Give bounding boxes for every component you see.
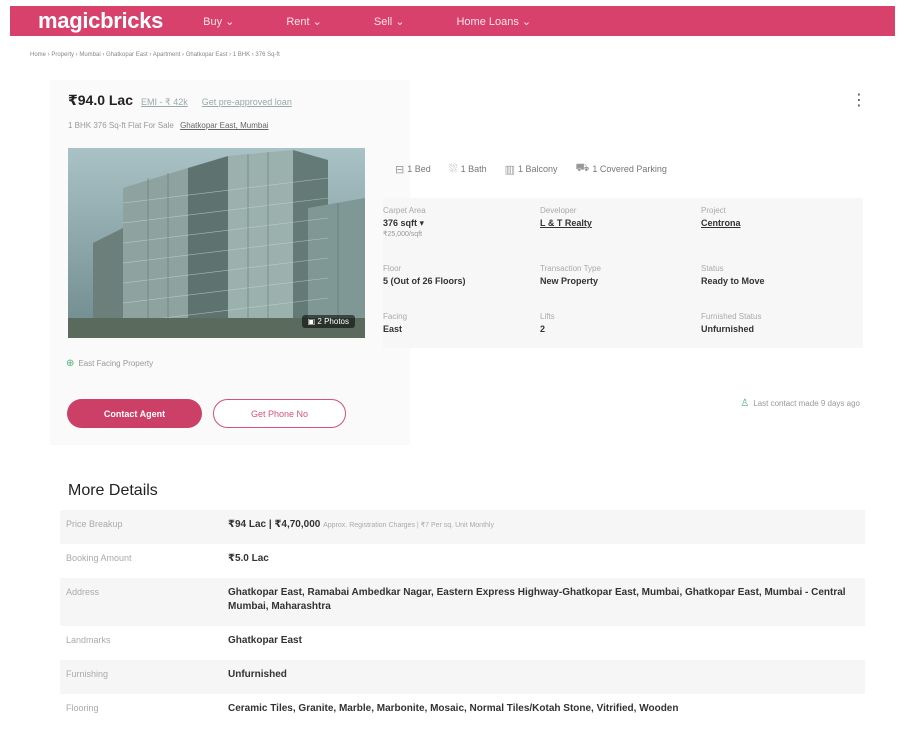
table-row: Address Ghatkopar East, Ramabai Ambedkar… <box>60 578 865 626</box>
row-value: Ghatkopar East <box>228 635 302 646</box>
price-row: ₹94.0 Lac EMI - ₹ 42k Get pre-approved l… <box>68 92 292 109</box>
facing-note: ⊕ East Facing Property <box>66 358 153 369</box>
detail-label: Facing <box>383 312 408 321</box>
row-label: Booking Amount <box>66 553 132 563</box>
listing-subtitle: 1 BHK 376 Sq-ft Flat For Sale Ghatkopar … <box>68 121 269 130</box>
project-link[interactable]: Centrona <box>701 218 851 228</box>
detail-status: Status Ready to Move <box>701 264 851 286</box>
amenities-row: ⊟ 1 Bed ⛆ 1 Bath ▥ 1 Balcony ⛟ 1 Covered Par… <box>395 162 685 176</box>
amenity-balcony: ▥ 1 Balcony <box>505 162 558 176</box>
get-phone-button[interactable]: Get Phone No <box>213 399 346 428</box>
table-row: Flooring Ceramic Tiles, Granite, Marble,… <box>60 694 865 736</box>
listing-price: ₹94.0 Lac <box>68 92 134 108</box>
row-label: Price Breakup <box>66 519 123 529</box>
row-value: ₹94 Lac | ₹4,70,000 Approx. Registration… <box>228 510 865 544</box>
amenity-balcony-label: 1 Balcony <box>518 164 558 174</box>
amenity-bed: ⊟ 1 Bed <box>395 162 431 176</box>
amenity-parking: ⛟ 1 Covered Parking <box>576 162 667 176</box>
detail-value: 5 (Out of 26 Floors) <box>383 276 466 286</box>
photos-count-badge[interactable]: ▣ 2 Photos <box>301 315 355 328</box>
balcony-icon: ▥ <box>504 163 515 176</box>
property-details-grid: Carpet Area 376 sqft ▾ ₹25,000/sqft Deve… <box>383 198 863 348</box>
detail-furnished-status: Furnished Status Unfurnished <box>701 312 851 334</box>
row-label: Flooring <box>66 703 99 713</box>
table-row: Price Breakup ₹94 Lac | ₹4,70,000 Approx… <box>60 510 865 544</box>
nav-sell[interactable]: Sell ⌄ <box>374 15 405 28</box>
detail-facing: Facing East <box>383 312 533 334</box>
listing-card: ₹94.0 Lac EMI - ₹ 42k Get pre-approved l… <box>50 80 885 445</box>
breadcrumb[interactable]: Home › Property › Mumbai › Ghatkopar Eas… <box>30 52 280 58</box>
more-options-icon[interactable]: ⋮ <box>851 90 867 110</box>
emi-link[interactable]: EMI - ₹ 42k <box>141 97 188 108</box>
magicbricks-logo[interactable]: magicbricks <box>38 8 163 34</box>
row-value: Ceramic Tiles, Granite, Marble, Marbonit… <box>228 703 679 714</box>
detail-floor: Floor 5 (Out of 26 Floors) <box>383 264 533 286</box>
price-breakup-note: Approx. Registration Charges | ₹7 Per sq… <box>323 522 494 529</box>
compass-icon: ⊕ <box>66 358 75 369</box>
carpet-area-dropdown[interactable]: 376 sqft ▾ <box>383 218 533 229</box>
last-contact-note: ♙ Last contact made 9 days ago <box>740 398 860 409</box>
row-label: Furnishing <box>66 669 109 679</box>
detail-value: 2 <box>540 324 546 334</box>
detail-transaction-type: Transaction Type New Property <box>540 264 690 286</box>
detail-value: Ready to Move <box>701 276 765 286</box>
detail-label: Furnished Status <box>701 312 762 321</box>
top-navbar: magicbricks Buy ⌄ Rent ⌄ Sell ⌄ Home Loa… <box>10 6 895 36</box>
amenity-bath-label: 1 Bath <box>460 164 487 174</box>
table-row: Landmarks Ghatkopar East <box>60 626 865 660</box>
row-value: ₹5.0 Lac <box>228 553 269 564</box>
nav-buy[interactable]: Buy ⌄ <box>203 15 234 28</box>
contact-agent-button[interactable]: Contact Agent <box>67 399 202 428</box>
price-per-sqft: ₹25,000/sqft <box>383 231 423 238</box>
detail-carpet-area: Carpet Area 376 sqft ▾ ₹25,000/sqft <box>383 206 533 238</box>
bed-icon: ⊟ <box>395 163 405 176</box>
detail-developer: Developer L & T Realty <box>540 206 690 228</box>
detail-lifts: Lifts 2 <box>540 312 690 334</box>
listing-location-link[interactable]: Ghatkopar East, Mumbai <box>180 121 268 130</box>
detail-label: Developer <box>540 206 577 215</box>
table-row: Booking Amount ₹5.0 Lac <box>60 544 865 578</box>
more-details-title: More Details <box>68 482 158 499</box>
nav-rent[interactable]: Rent ⌄ <box>286 15 322 28</box>
last-contact-text: Last contact made 9 days ago <box>753 399 860 408</box>
table-row: Furnishing Unfurnished <box>60 660 865 694</box>
detail-value: East <box>383 324 403 334</box>
facing-note-text: East Facing Property <box>78 359 154 368</box>
parking-icon: ⛟ <box>575 162 590 174</box>
detail-value: Unfurnished <box>701 324 754 334</box>
row-value: Ghatkopar East, Ramabai Ambedkar Nagar, … <box>228 587 846 612</box>
detail-label: Project <box>701 206 726 215</box>
photos-count-label: 2 Photos <box>317 317 349 326</box>
nav-home-loans[interactable]: Home Loans ⌄ <box>456 15 531 28</box>
detail-label: Floor <box>383 264 402 273</box>
detail-label: Lifts <box>540 312 555 321</box>
detail-value: New Property <box>540 276 599 286</box>
person-icon: ♙ <box>740 398 750 409</box>
amenity-bed-label: 1 Bed <box>407 164 431 174</box>
detail-label: Carpet Area <box>383 206 426 215</box>
row-value: Unfurnished <box>228 669 287 680</box>
detail-label: Status <box>701 264 724 273</box>
developer-link[interactable]: L & T Realty <box>540 218 690 228</box>
price-breakup-value: ₹94 Lac | ₹4,70,000 <box>228 519 321 530</box>
amenity-parking-label: 1 Covered Parking <box>592 164 667 174</box>
detail-project: Project Centrona <box>701 206 851 228</box>
preapproved-loan-link[interactable]: Get pre-approved loan <box>202 97 292 107</box>
row-label: Address <box>66 587 100 597</box>
property-photo[interactable]: ▣ 2 Photos <box>68 148 365 338</box>
listing-type-text: 1 BHK 376 Sq-ft Flat For Sale <box>68 121 174 130</box>
more-details-table: Price Breakup ₹94 Lac | ₹4,70,000 Approx… <box>60 510 865 736</box>
building-illustration <box>68 148 365 338</box>
amenity-bath: ⛆ 1 Bath <box>449 162 487 176</box>
detail-label: Transaction Type <box>540 264 601 273</box>
row-label: Landmarks <box>66 635 111 645</box>
bath-icon: ⛆ <box>448 162 458 175</box>
main-nav: Buy ⌄ Rent ⌄ Sell ⌄ Home Loans ⌄ <box>203 15 583 28</box>
